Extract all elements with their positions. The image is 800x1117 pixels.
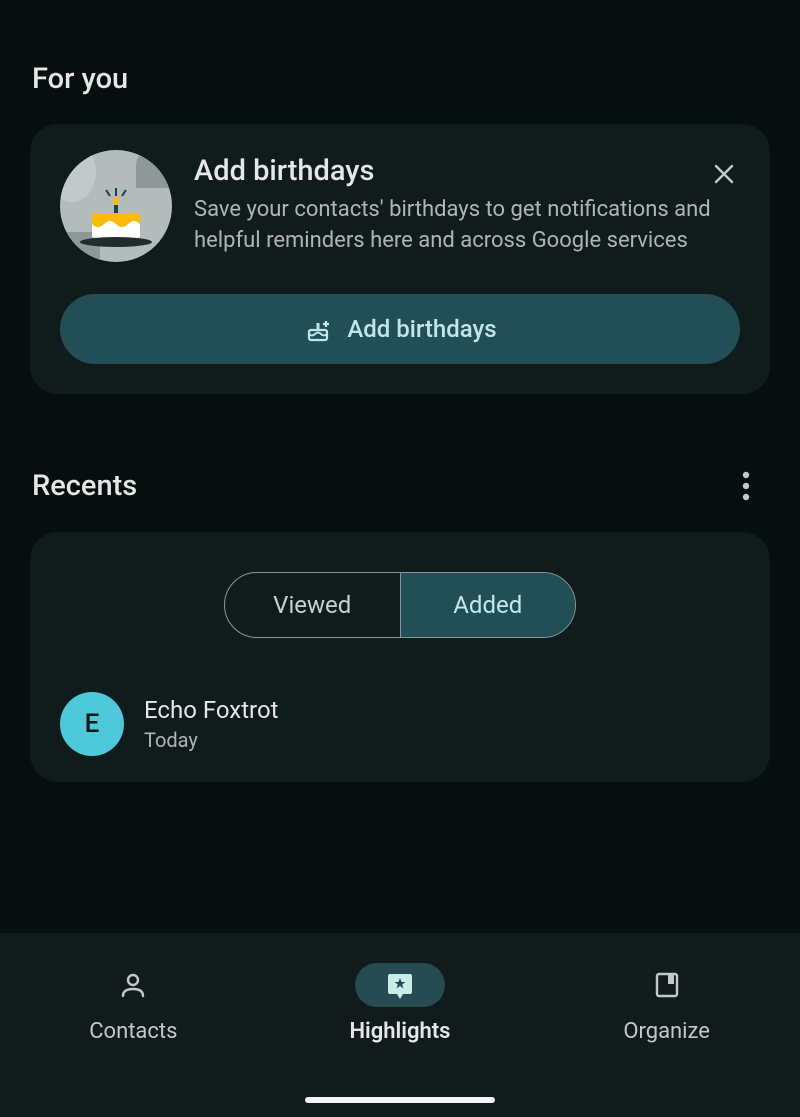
more-vert-icon	[742, 471, 750, 501]
cake-plus-icon	[303, 314, 333, 344]
contact-meta: Today	[144, 728, 279, 752]
birthday-card-description: Save your contacts' birthdays to get not…	[194, 194, 740, 256]
nav-contacts-label: Contacts	[89, 1019, 177, 1044]
close-icon	[712, 162, 736, 186]
contact-name: Echo Foxtrot	[144, 696, 279, 724]
highlights-icon	[385, 970, 415, 1000]
more-button[interactable]	[726, 466, 766, 506]
bottom-nav: Contacts Highlights Organize	[0, 933, 800, 1117]
birthday-card-title: Add birthdays	[194, 154, 740, 188]
nav-organize[interactable]: Organize	[557, 963, 777, 1044]
add-birthdays-button-label: Add birthdays	[347, 315, 496, 343]
section-header-for-you: For you	[30, 0, 770, 124]
add-birthdays-button[interactable]: Add birthdays	[60, 294, 740, 364]
nav-highlights-label: Highlights	[349, 1019, 450, 1044]
recents-card: Viewed Added E Echo Foxtrot Today	[30, 532, 770, 782]
recents-tab-group: Viewed Added	[224, 572, 576, 638]
contact-row[interactable]: E Echo Foxtrot Today	[54, 692, 746, 756]
nav-highlights[interactable]: Highlights	[290, 963, 510, 1044]
birthday-card: Add birthdays Save your contacts' birthd…	[30, 124, 770, 394]
tab-added[interactable]: Added	[401, 573, 576, 637]
avatar: E	[60, 692, 124, 756]
close-button[interactable]	[704, 154, 744, 194]
contacts-icon	[118, 970, 148, 1000]
nav-organize-label: Organize	[623, 1019, 710, 1044]
cake-icon	[60, 150, 172, 262]
section-header-recents: Recents	[32, 469, 137, 503]
tab-viewed[interactable]: Viewed	[225, 573, 401, 637]
nav-contacts[interactable]: Contacts	[23, 963, 243, 1044]
organize-icon	[652, 970, 682, 1000]
home-indicator[interactable]	[305, 1097, 495, 1103]
